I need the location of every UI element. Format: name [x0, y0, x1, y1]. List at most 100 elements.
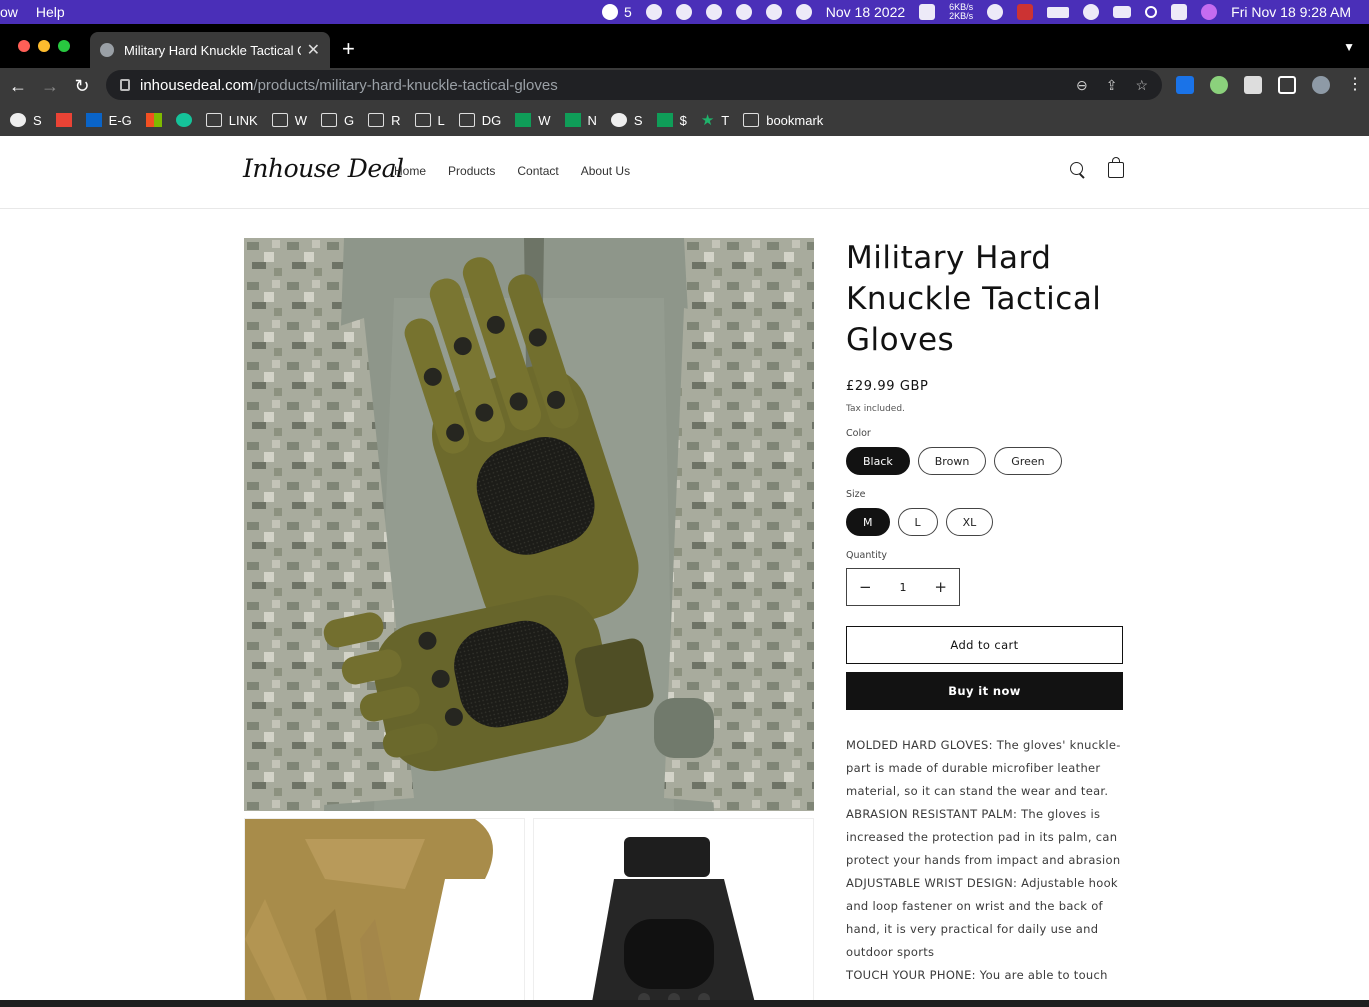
- cursor-icon[interactable]: [795, 4, 812, 20]
- color-label: Color: [846, 428, 871, 439]
- share-icon[interactable]: ⇪: [1106, 77, 1118, 94]
- product-thumbnail[interactable]: [533, 818, 814, 1000]
- new-tab-button[interactable]: +: [342, 38, 355, 60]
- bookmark-item[interactable]: S: [610, 113, 643, 128]
- folder-icon: [368, 113, 385, 127]
- color-option-brown[interactable]: Brown: [917, 447, 987, 475]
- nav-about-us[interactable]: About Us: [581, 164, 630, 178]
- chevron-down-icon[interactable]: ▼: [1343, 40, 1355, 54]
- menubar-clock[interactable]: Fri Nov 18 9:28 AM: [1231, 4, 1351, 20]
- web-page: Inhouse Deal Home Products Contact About…: [0, 136, 1369, 1000]
- bookmark-item[interactable]: $: [656, 113, 687, 128]
- profile-avatar[interactable]: [1312, 76, 1330, 94]
- nav-home[interactable]: Home: [394, 164, 426, 178]
- bookmark-item[interactable]: [55, 113, 72, 127]
- quantity-stepper: − 1 +: [846, 568, 960, 606]
- bookmark-item[interactable]: L: [414, 113, 445, 128]
- sketch-icon[interactable]: [675, 4, 692, 20]
- keyboard-icon[interactable]: [1113, 6, 1132, 18]
- color-option-black[interactable]: Black: [846, 447, 910, 475]
- back-button[interactable]: ←: [2, 76, 34, 97]
- bookmark-item[interactable]: [145, 113, 162, 127]
- zoom-icon[interactable]: ⊖: [1076, 77, 1088, 94]
- product-thumbnail[interactable]: [244, 818, 525, 1000]
- app-menu[interactable]: ow: [0, 4, 18, 20]
- site-header: Inhouse Deal Home Products Contact About…: [0, 136, 1369, 209]
- buy-now-button[interactable]: Buy it now: [846, 672, 1123, 710]
- siri-icon[interactable]: [1201, 4, 1218, 20]
- folder-icon: [458, 113, 475, 127]
- add-to-cart-button[interactable]: Add to cart: [846, 626, 1123, 664]
- quantity-input[interactable]: 1: [900, 581, 907, 594]
- size-option-m[interactable]: M: [846, 508, 890, 536]
- nav-products[interactable]: Products: [448, 164, 495, 178]
- bookmark-item[interactable]: S: [10, 113, 42, 128]
- green-extension-icon[interactable]: [1210, 76, 1228, 94]
- minimize-window-button[interactable]: [38, 40, 50, 52]
- download-extension-icon[interactable]: [1176, 76, 1194, 94]
- help-menu[interactable]: Help: [36, 4, 65, 20]
- decrease-quantity-button[interactable]: −: [859, 578, 872, 596]
- globe-icon: [610, 113, 627, 127]
- wechat-icon[interactable]: 5: [601, 4, 632, 20]
- bookmark-star-icon[interactable]: ☆: [1135, 77, 1148, 94]
- close-tab-icon[interactable]: ✕: [307, 40, 320, 60]
- tax-note: Tax included.: [846, 404, 905, 414]
- bookmark-item[interactable]: ★ T: [701, 111, 729, 129]
- site-logo[interactable]: Inhouse Deal: [243, 154, 404, 183]
- microsoft-icon: [145, 113, 162, 127]
- description-paragraph: ABRASION RESISTANT PALM: The gloves is i…: [846, 807, 1121, 867]
- control-center-icon[interactable]: [1171, 4, 1188, 20]
- side-panel-icon[interactable]: [1278, 76, 1296, 94]
- spotlight-search-icon[interactable]: [1145, 6, 1158, 18]
- url-path: /products/military-hard-knuckle-tactical…: [253, 76, 558, 94]
- sheets-icon: [656, 113, 673, 127]
- star-icon: ★: [700, 112, 715, 129]
- checkmark-icon[interactable]: [765, 4, 782, 20]
- product-title: Military Hard Knuckle Tactical Gloves: [846, 240, 1102, 358]
- reload-button[interactable]: ↻: [66, 76, 98, 97]
- bookmark-item[interactable]: LINK: [205, 113, 258, 128]
- bookmark-item[interactable]: R: [368, 113, 401, 128]
- kebab-menu-icon[interactable]: ⋮: [1346, 76, 1364, 94]
- extensions-area: ⋮: [1176, 76, 1364, 94]
- size-option-xl[interactable]: XL: [945, 508, 994, 536]
- bookmark-item[interactable]: bookmark: [743, 113, 823, 128]
- increase-quantity-button[interactable]: +: [934, 578, 947, 596]
- nav-contact[interactable]: Contact: [517, 164, 558, 178]
- zoom-window-button[interactable]: [58, 40, 70, 52]
- network-speed: 6KB/s 2KB/s: [949, 2, 974, 21]
- forward-button[interactable]: →: [34, 76, 66, 97]
- us-flag-icon[interactable]: [1017, 4, 1034, 20]
- time-machine-icon[interactable]: [987, 4, 1004, 20]
- gmail-icon: [55, 113, 72, 127]
- menubar-date[interactable]: Nov 18 2022: [826, 4, 905, 20]
- close-window-button[interactable]: [18, 40, 30, 52]
- color-option-green[interactable]: Green: [994, 447, 1062, 475]
- size-option-l[interactable]: L: [897, 508, 938, 536]
- lock-icon[interactable]: [120, 79, 130, 91]
- search-icon[interactable]: [1070, 162, 1086, 178]
- cat-icon[interactable]: [919, 4, 936, 20]
- browser-tab[interactable]: Military Hard Knuckle Tactical Gloves ✕: [90, 32, 330, 68]
- bear-icon[interactable]: [735, 4, 752, 20]
- product-description: MOLDED HARD GLOVES: The gloves' knuckle-…: [846, 734, 1123, 987]
- cart-icon[interactable]: [1108, 157, 1124, 178]
- wifi-icon[interactable]: [1083, 4, 1100, 20]
- teamviewer-icon[interactable]: [705, 4, 722, 20]
- puzzle-extensions-icon[interactable]: [1244, 76, 1262, 94]
- bookmark-item[interactable]: DG: [458, 113, 501, 128]
- bookmark-item[interactable]: G: [320, 113, 354, 128]
- bookmark-item[interactable]: N: [564, 113, 597, 128]
- folder-icon: [743, 113, 760, 127]
- product-main-image[interactable]: [244, 238, 814, 811]
- address-bar[interactable]: inhousedeal.com/products/military-hard-k…: [106, 70, 1162, 100]
- folder-icon: [205, 113, 222, 127]
- battery-icon[interactable]: [1047, 6, 1070, 18]
- notification-bell-icon[interactable]: [645, 4, 662, 20]
- bookmark-item[interactable]: W: [515, 113, 551, 128]
- bookmark-item[interactable]: E-G: [85, 113, 132, 128]
- macos-menubar: ow Help 5 Nov 18 2022 6KB/s 2KB/s Fri No…: [0, 0, 1369, 24]
- bookmark-item[interactable]: W: [271, 113, 307, 128]
- bookmark-item[interactable]: [175, 113, 192, 127]
